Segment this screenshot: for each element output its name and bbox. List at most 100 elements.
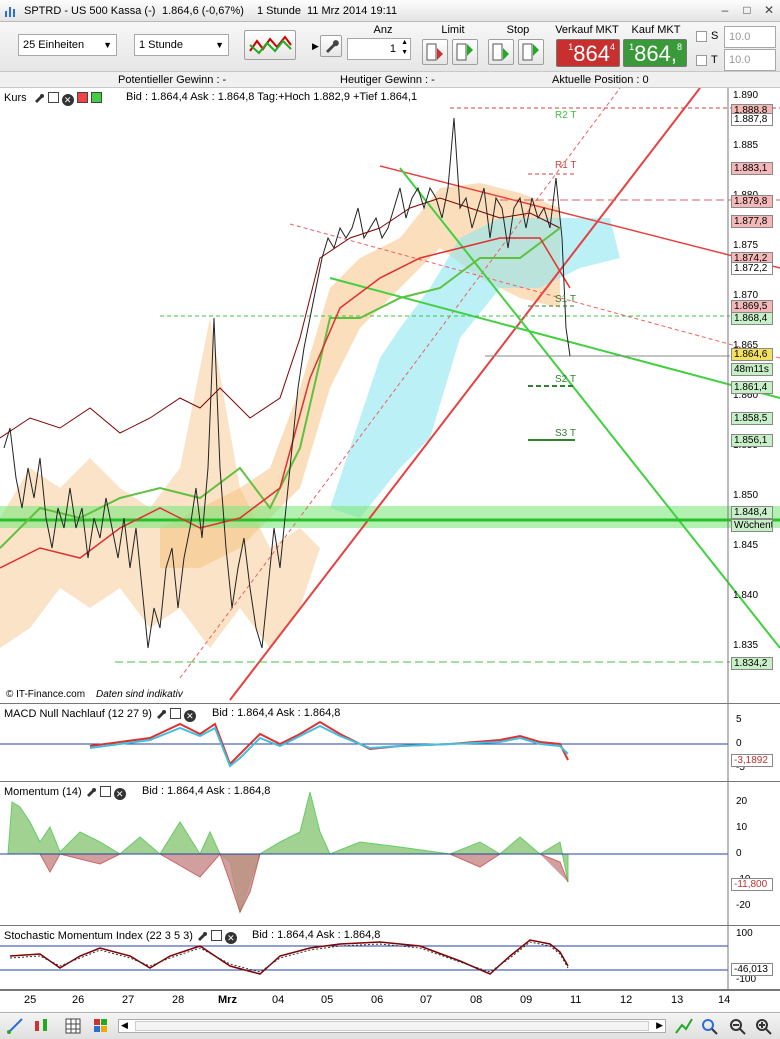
price-chart-canvas: R2 T R1 T S1 T S2 T S3 T <box>0 88 780 704</box>
price-tag: 1.861,4 <box>731 381 773 394</box>
s-input[interactable]: 10.0 <box>724 26 776 48</box>
bid-ask-info: Bid : 1.864,4 Ask : 1.864,8 <box>252 929 381 941</box>
scroll-left-icon[interactable]: ◀ <box>121 1020 128 1031</box>
axis-tick-label: 1.890 <box>733 90 759 101</box>
wrench-icon[interactable] <box>85 785 97 797</box>
pane-name: Momentum (14) <box>4 786 82 798</box>
price-tag: 1.872,2 <box>731 262 773 275</box>
close-icon[interactable]: ✕ <box>760 3 778 19</box>
macd-pane[interactable]: MACD Null Nachlauf (12 27 9) ✕ Bid : 1.86… <box>0 704 780 782</box>
zoom-out-icon[interactable] <box>728 1017 748 1035</box>
pivot-s3: S3 T <box>555 428 576 439</box>
date-label: 06 <box>371 994 384 1006</box>
axis-tick-label: 1.845 <box>733 540 759 551</box>
pivot-s1: S1 T <box>555 294 576 305</box>
position-info-bar: Potentieller Gewinn : - Heutiger Gewinn … <box>0 72 780 88</box>
timeframe-dropdown[interactable]: 1 Stunde ▼ <box>134 34 229 56</box>
maximize-icon[interactable]: □ <box>738 3 756 19</box>
momentum-canvas <box>0 782 729 926</box>
stepper-icon[interactable]: ▲ ▼ <box>401 38 408 58</box>
close-icon[interactable]: ✕ <box>61 94 74 106</box>
buy-market-button[interactable]: 1864,8 <box>623 39 687 67</box>
smi-pane[interactable]: Stochastic Momentum Index (22 3 5 3) ✕ Bi… <box>0 926 780 990</box>
axis-tick-label: 1.885 <box>733 140 759 151</box>
axis-tick-label: 1.835 <box>733 640 759 651</box>
qty-value: 1 <box>389 43 396 55</box>
date-label: 07 <box>420 994 433 1006</box>
value-tag: -3,1892 <box>731 754 773 767</box>
momentum-pane[interactable]: Momentum (14) ✕ Bid : 1.864,4 Ask : 1.864… <box>0 782 780 926</box>
price-tag: 1.864,6 <box>731 348 773 361</box>
pane-label: Momentum (14) ✕ <box>4 785 126 800</box>
title-interval: 1 Stunde <box>257 5 302 17</box>
chart-app-icon <box>5 7 15 17</box>
limit-buy-button[interactable] <box>452 39 478 65</box>
pane-name: Kurs <box>4 92 27 104</box>
price-chart-pane[interactable]: R2 T R1 T S1 T S2 T S3 T Kurs ✕ Bid : 1.… <box>0 88 780 704</box>
draw-line-icon[interactable] <box>6 1017 26 1035</box>
axis-tick-label: 20 <box>736 796 748 807</box>
down-arrow-icon[interactable] <box>76 92 88 103</box>
wrench-icon[interactable] <box>155 707 167 719</box>
close-icon[interactable]: ✕ <box>183 710 196 722</box>
minimize-icon[interactable]: – <box>716 3 734 19</box>
buy-price: 864, <box>634 41 677 66</box>
axis-tick-label: 0 <box>736 738 742 749</box>
auto-scroll-icon[interactable] <box>674 1017 694 1035</box>
up-arrow-icon[interactable] <box>90 92 102 103</box>
t-checkbox[interactable] <box>696 55 707 66</box>
t-value: 10.0 <box>729 54 751 66</box>
price-tag: Wöchentli <box>731 519 773 532</box>
sell-market-button[interactable]: 18644 <box>556 39 620 67</box>
limit-sell-button[interactable] <box>422 39 448 65</box>
title-bar: SPTRD - US 500 Kassa (-) 1.864,6 (-0,67%… <box>0 0 780 22</box>
window-icon[interactable] <box>169 708 181 719</box>
bid-ask-info: Bid : 1.864,4 Ask : 1.864,8 <box>212 707 341 719</box>
scroll-thumb[interactable] <box>135 1021 649 1031</box>
zoom-in-icon[interactable] <box>754 1017 774 1035</box>
scroll-right-icon[interactable]: ▶ <box>656 1020 663 1031</box>
close-icon[interactable]: ✕ <box>224 932 237 944</box>
cloud-fills <box>0 183 780 648</box>
limit-down-icon <box>426 43 443 61</box>
date-label: 25 <box>24 994 37 1006</box>
zoom-fit-icon[interactable] <box>700 1017 720 1035</box>
window-icon[interactable] <box>210 930 222 941</box>
axis-tick-label: 100 <box>736 928 753 939</box>
date-label: 14 <box>718 994 731 1006</box>
pivot-r2: R2 T <box>555 110 577 121</box>
indicator-button[interactable] <box>244 30 296 60</box>
s-checkbox[interactable] <box>696 31 707 42</box>
date-label: Mrz <box>218 994 237 1006</box>
date-label: 09 <box>520 994 533 1006</box>
wrench-icon[interactable] <box>196 929 208 941</box>
settings-wrench-button[interactable] <box>320 35 342 57</box>
candles-icon[interactable] <box>32 1017 52 1035</box>
pane-name: MACD Null Nachlauf (12 27 9) <box>4 708 152 720</box>
price-tag: 1.883,1 <box>731 162 773 175</box>
date-label: 27 <box>122 994 135 1006</box>
bottom-toolbar: ◀ ▶ <box>0 1012 780 1039</box>
grid-icon[interactable] <box>64 1017 84 1035</box>
stop-sell-button[interactable] <box>488 39 514 65</box>
window-icon[interactable] <box>47 92 59 103</box>
units-dropdown[interactable]: 25 Einheiten ▼ <box>18 34 117 56</box>
t-input[interactable]: 10.0 <box>724 49 776 71</box>
qty-input[interactable]: 1 ▲ ▼ <box>347 38 411 60</box>
limit-label: Limit <box>441 24 465 36</box>
horizontal-scrollbar[interactable]: ◀ ▶ <box>118 1019 666 1033</box>
qty-label: Anz <box>373 24 393 36</box>
s-value: 10.0 <box>729 31 751 43</box>
color-icon[interactable] <box>92 1017 112 1035</box>
window-icon[interactable] <box>99 786 111 797</box>
stop-buy-button[interactable] <box>518 39 544 65</box>
buy-label: Kauf MKT <box>631 24 681 36</box>
wrench-icon[interactable] <box>33 91 45 103</box>
pane-label: Stochastic Momentum Index (22 3 5 3) ✕ <box>4 929 237 944</box>
close-icon[interactable]: ✕ <box>113 788 126 800</box>
bid-ask-info: Bid : 1.864,4 Ask : 1.864,8 Tag:+Hoch 1.… <box>126 91 418 103</box>
date-label: 08 <box>470 994 483 1006</box>
expand-arrow-icon[interactable]: ▶ <box>312 41 319 52</box>
sell-price: 864 <box>573 41 610 66</box>
value-tag: -46,013 <box>731 963 773 976</box>
